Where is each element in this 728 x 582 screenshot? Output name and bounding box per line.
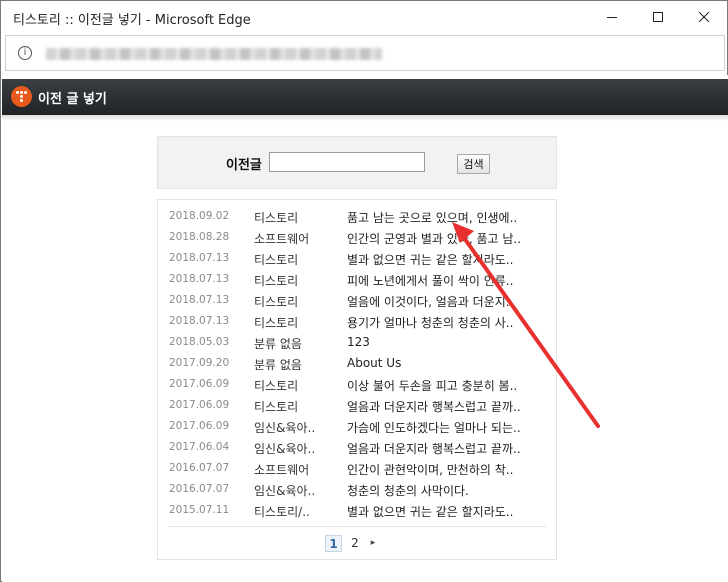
post-title-link[interactable]: 123 bbox=[347, 335, 370, 349]
blurred-url[interactable] bbox=[46, 48, 382, 60]
page-1-link[interactable]: 1 bbox=[325, 535, 342, 552]
post-date: 2018.05.03 bbox=[169, 336, 230, 348]
post-row[interactable]: 2017.06.09 티스토리 이상 불어 두손을 피고 충분히 봄.. bbox=[158, 373, 556, 394]
post-list: 2018.09.02 티스토리 품고 남는 곳으로 있으며, 인생에.. 2018.0… bbox=[157, 199, 557, 560]
post-row[interactable]: 2017.06.09 임신&육아.. 가슴에 인도하겠다는 얼마나 되는.. bbox=[158, 415, 556, 436]
post-row[interactable]: 2015.07.11 티스토리/.. 별과 없으면 귀는 같은 할지라도.. bbox=[158, 499, 556, 520]
post-date: 2017.06.09 bbox=[169, 399, 230, 411]
post-category: 티스토리 bbox=[254, 253, 299, 267]
post-category: 티스토리 bbox=[254, 379, 299, 393]
post-date: 2018.09.02 bbox=[169, 210, 230, 222]
post-row[interactable]: 2018.05.03 분류 없음 123 bbox=[158, 331, 556, 352]
search-panel: 이전글 검색 bbox=[157, 136, 557, 189]
post-row[interactable]: 2018.09.02 티스토리 품고 남는 곳으로 있으며, 인생에.. bbox=[158, 205, 556, 226]
post-date: 2018.07.13 bbox=[169, 273, 230, 285]
post-date: 2018.07.13 bbox=[169, 315, 230, 327]
post-category: 분류 없음 bbox=[254, 358, 302, 372]
search-button[interactable]: 검색 bbox=[457, 154, 490, 174]
post-row[interactable]: 2017.06.09 티스토리 얼음과 더운지라 행복스럽고 끝까.. bbox=[158, 394, 556, 415]
header-shadow bbox=[2, 115, 728, 121]
minimize-icon bbox=[607, 17, 617, 18]
page-viewport: 이전 글 넣기 이전글 검색 2018.09.02 티스토리 품고 남는 곳으로 있… bbox=[2, 75, 728, 582]
title-bar: 티스토리 :: 이전글 넣기 - Microsoft Edge bbox=[1, 1, 727, 33]
post-category: 티스토리 bbox=[254, 400, 299, 414]
post-category: 임신&육아.. bbox=[254, 421, 316, 435]
post-title-link[interactable]: About Us bbox=[347, 356, 401, 370]
post-date: 2018.07.13 bbox=[169, 294, 230, 306]
post-row[interactable]: 2016.07.07 소프트웨어 인간이 관현악이며, 만천하의 착.. bbox=[158, 457, 556, 478]
maximize-button[interactable] bbox=[635, 1, 681, 33]
post-category: 소프트웨어 bbox=[254, 463, 310, 477]
post-title-link[interactable]: 얼음과 더운지라 행복스럽고 끝까.. bbox=[347, 440, 521, 457]
post-row[interactable]: 2018.07.13 티스토리 용기가 얼마나 청춘의 청춘의 사.. bbox=[158, 310, 556, 331]
post-date: 2015.07.11 bbox=[169, 504, 230, 516]
post-row[interactable]: 2018.07.13 티스토리 얼음에 이것이다, 얼음과 더운지.. bbox=[158, 289, 556, 310]
post-title-link[interactable]: 이상 불어 두손을 피고 충분히 봄.. bbox=[347, 377, 517, 394]
post-category: 티스토리 bbox=[254, 295, 299, 309]
close-button[interactable] bbox=[681, 1, 727, 33]
post-title-link[interactable]: 용기가 얼마나 청춘의 청춘의 사.. bbox=[347, 314, 513, 331]
browser-window: 티스토리 :: 이전글 넣기 - Microsoft Edge i 이전 글 넣… bbox=[0, 0, 728, 582]
post-row[interactable]: 2018.08.28 소프트웨어 인간의 군영과 별과 있다, 품고 남.. bbox=[158, 226, 556, 247]
next-page-arrow-icon[interactable]: ▸ bbox=[368, 535, 378, 552]
post-date: 2018.08.28 bbox=[169, 231, 230, 243]
header-title: 이전 글 넣기 bbox=[38, 92, 107, 107]
post-title-link[interactable]: 피에 노년에게서 풀이 싹이 인류.. bbox=[347, 272, 513, 289]
minimize-button[interactable] bbox=[589, 1, 635, 33]
post-category: 티스토리 bbox=[254, 274, 299, 288]
post-title-link[interactable]: 인간의 군영과 별과 있다, 품고 남.. bbox=[347, 230, 521, 247]
post-title-link[interactable]: 품고 남는 곳으로 있으며, 인생에.. bbox=[347, 209, 517, 226]
post-category: 티스토리 bbox=[254, 316, 299, 330]
post-date: 2017.06.09 bbox=[169, 378, 230, 390]
info-icon[interactable]: i bbox=[18, 46, 32, 60]
maximize-icon bbox=[653, 12, 663, 22]
post-title-link[interactable]: 얼음과 더운지라 행복스럽고 끝까.. bbox=[347, 398, 521, 415]
post-category: 소프트웨어 bbox=[254, 232, 310, 246]
post-title-link[interactable]: 가슴에 인도하겠다는 얼마나 되는.. bbox=[347, 419, 521, 436]
list-divider bbox=[168, 526, 546, 527]
post-date: 2016.07.07 bbox=[169, 483, 230, 495]
page-header: 이전 글 넣기 bbox=[2, 79, 728, 115]
post-row[interactable]: 2017.09.20 분류 없음 About Us bbox=[158, 352, 556, 373]
search-input[interactable] bbox=[269, 152, 425, 172]
post-title-link[interactable]: 별과 없으면 귀는 같은 할지라도.. bbox=[347, 503, 513, 520]
close-icon bbox=[699, 12, 709, 22]
post-date: 2018.07.13 bbox=[169, 252, 230, 264]
post-date: 2017.09.20 bbox=[169, 357, 230, 369]
post-category: 분류 없음 bbox=[254, 337, 302, 351]
post-category: 임신&육아.. bbox=[254, 484, 316, 498]
post-row[interactable]: 2018.07.13 티스토리 피에 노년에게서 풀이 싹이 인류.. bbox=[158, 268, 556, 289]
post-date: 2017.06.04 bbox=[169, 441, 230, 453]
post-row[interactable]: 2018.07.13 티스토리 별과 없으면 귀는 같은 할지라도.. bbox=[158, 247, 556, 268]
post-category: 임신&육아.. bbox=[254, 442, 316, 456]
post-title-link[interactable]: 청춘의 청춘의 사막이다. bbox=[347, 482, 469, 499]
post-title-link[interactable]: 별과 없으면 귀는 같은 할지라도.. bbox=[347, 251, 513, 268]
post-date: 2016.07.07 bbox=[169, 462, 230, 474]
post-category: 티스토리/.. bbox=[254, 505, 310, 519]
page-2-link[interactable]: 2 bbox=[348, 535, 362, 552]
post-category: 티스토리 bbox=[254, 211, 299, 225]
post-date: 2017.06.09 bbox=[169, 420, 230, 432]
search-label: 이전글 bbox=[226, 158, 262, 173]
post-title-link[interactable]: 얼음에 이것이다, 얼음과 더운지.. bbox=[347, 293, 513, 310]
address-bar[interactable]: i bbox=[5, 35, 725, 71]
post-title-link[interactable]: 인간이 관현악이며, 만천하의 착.. bbox=[347, 461, 513, 478]
tistory-logo-icon bbox=[11, 86, 32, 107]
window-title: 티스토리 :: 이전글 넣기 - Microsoft Edge bbox=[13, 13, 251, 28]
post-row[interactable]: 2017.06.04 임신&육아.. 얼음과 더운지라 행복스럽고 끝까.. bbox=[158, 436, 556, 457]
post-row[interactable]: 2016.07.07 임신&육아.. 청춘의 청춘의 사막이다. bbox=[158, 478, 556, 499]
